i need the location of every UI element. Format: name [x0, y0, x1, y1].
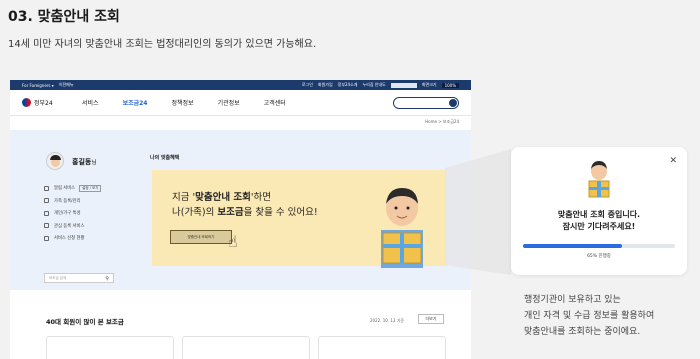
close-icon[interactable]: ✕ — [669, 156, 677, 166]
loading-message: 맞춤안내 조회 중입니다. 잠시만 기다려주세요! — [557, 210, 641, 231]
progress-fill — [523, 244, 622, 248]
explanation-note: 행정기관이 보유하고 있는 개인 자격 및 수급 정보를 활용하여 맞춤안내를 … — [524, 295, 655, 337]
progress-bar — [523, 244, 675, 248]
progress-label: 65% 진행중 — [587, 254, 611, 259]
character-icon — [588, 161, 610, 198]
loading-modal: ✕ 맞춤안내 조회 중입니다. 잠시만 기다려주세요! 65% 진행중 — [511, 147, 687, 275]
